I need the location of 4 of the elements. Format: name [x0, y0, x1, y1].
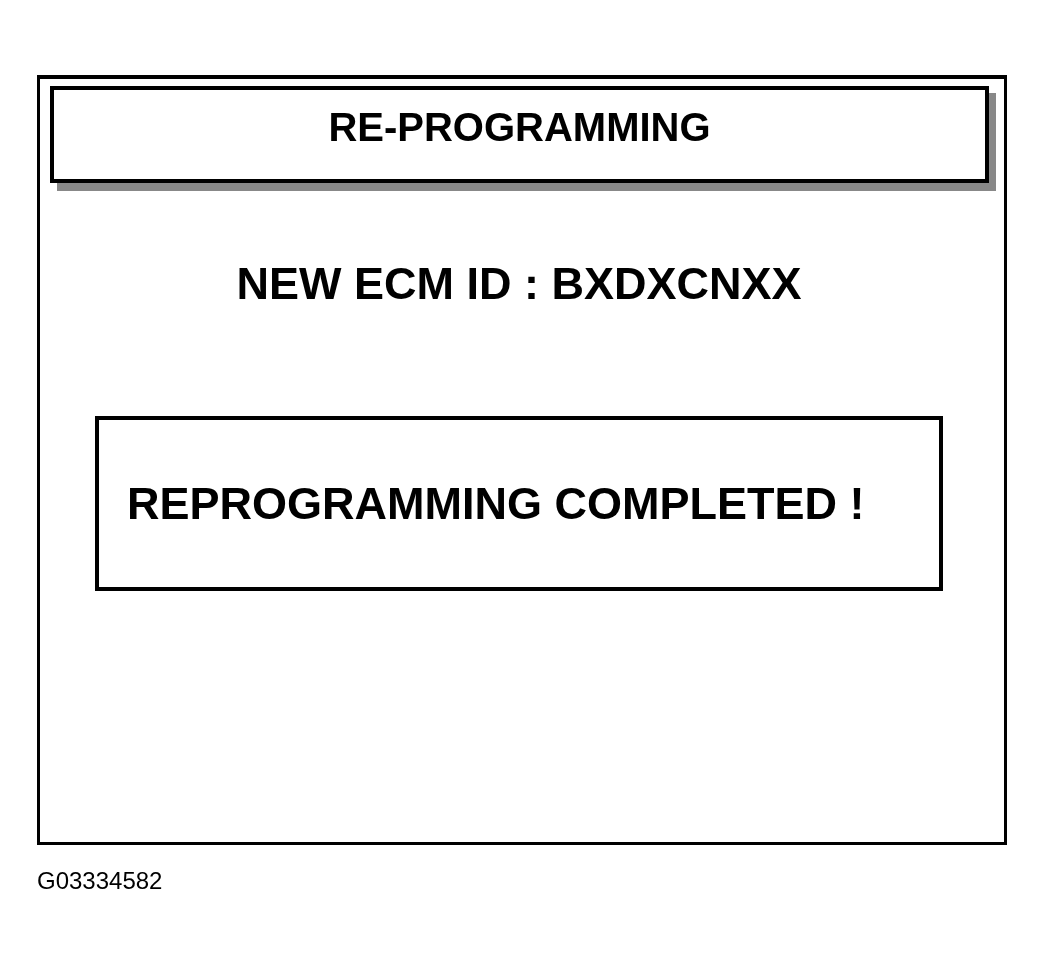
figure-code: G03334582 [37, 867, 163, 894]
screen-title: RE-PROGRAMMING [328, 104, 711, 150]
ecm-id-text: NEW ECM ID : BXDXCNXX [236, 258, 802, 310]
completion-message: REPROGRAMMING COMPLETED ! [127, 477, 865, 530]
